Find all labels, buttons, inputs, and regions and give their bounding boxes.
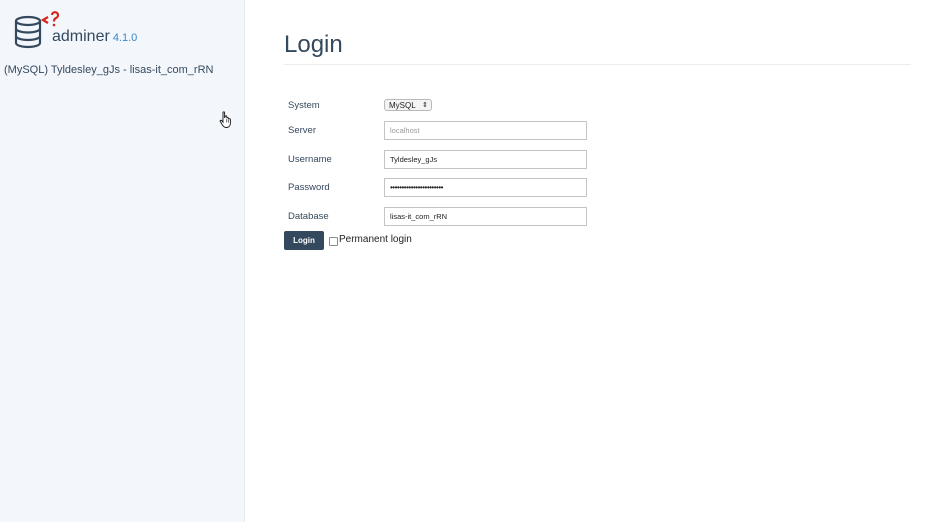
select-arrows-icon: ⇕ — [422, 102, 428, 109]
hand-cursor-icon — [219, 111, 231, 128]
system-select-value: MySQL — [389, 101, 416, 110]
password-label: Password — [288, 182, 330, 193]
username-label: Username — [288, 154, 332, 165]
connection-info: (MySQL) Tyldesley_gJs - lisas-it_com_rRN — [4, 64, 214, 76]
page-title: Login — [284, 31, 343, 58]
app-name[interactable]: adminer 4.1.0 — [52, 28, 137, 46]
sidebar: adminer 4.1.0 (MySQL) Tyldesley_gJs - lis… — [0, 0, 245, 522]
system-select[interactable]: MySQL ⇕ — [384, 99, 432, 111]
app-name-text: adminer — [52, 28, 110, 45]
username-input[interactable]: Tyldesley_gJs — [384, 150, 587, 169]
server-input[interactable]: localhost — [384, 121, 587, 140]
database-input[interactable]: lisas-it_com_rRN — [384, 207, 587, 226]
permanent-login-label[interactable]: Permanent login — [339, 234, 412, 245]
title-divider — [284, 64, 911, 65]
database-label: Database — [288, 211, 329, 222]
permanent-login-checkbox[interactable] — [329, 237, 338, 246]
app-version: 4.1.0 — [112, 32, 138, 44]
system-label: System — [288, 100, 320, 111]
login-button[interactable]: Login — [284, 231, 324, 250]
main-content: Login System MySQL ⇕ Server localhost Us… — [245, 0, 926, 522]
password-input[interactable]: ••••••••••••••••••••••• — [384, 178, 587, 197]
server-label: Server — [288, 125, 316, 136]
